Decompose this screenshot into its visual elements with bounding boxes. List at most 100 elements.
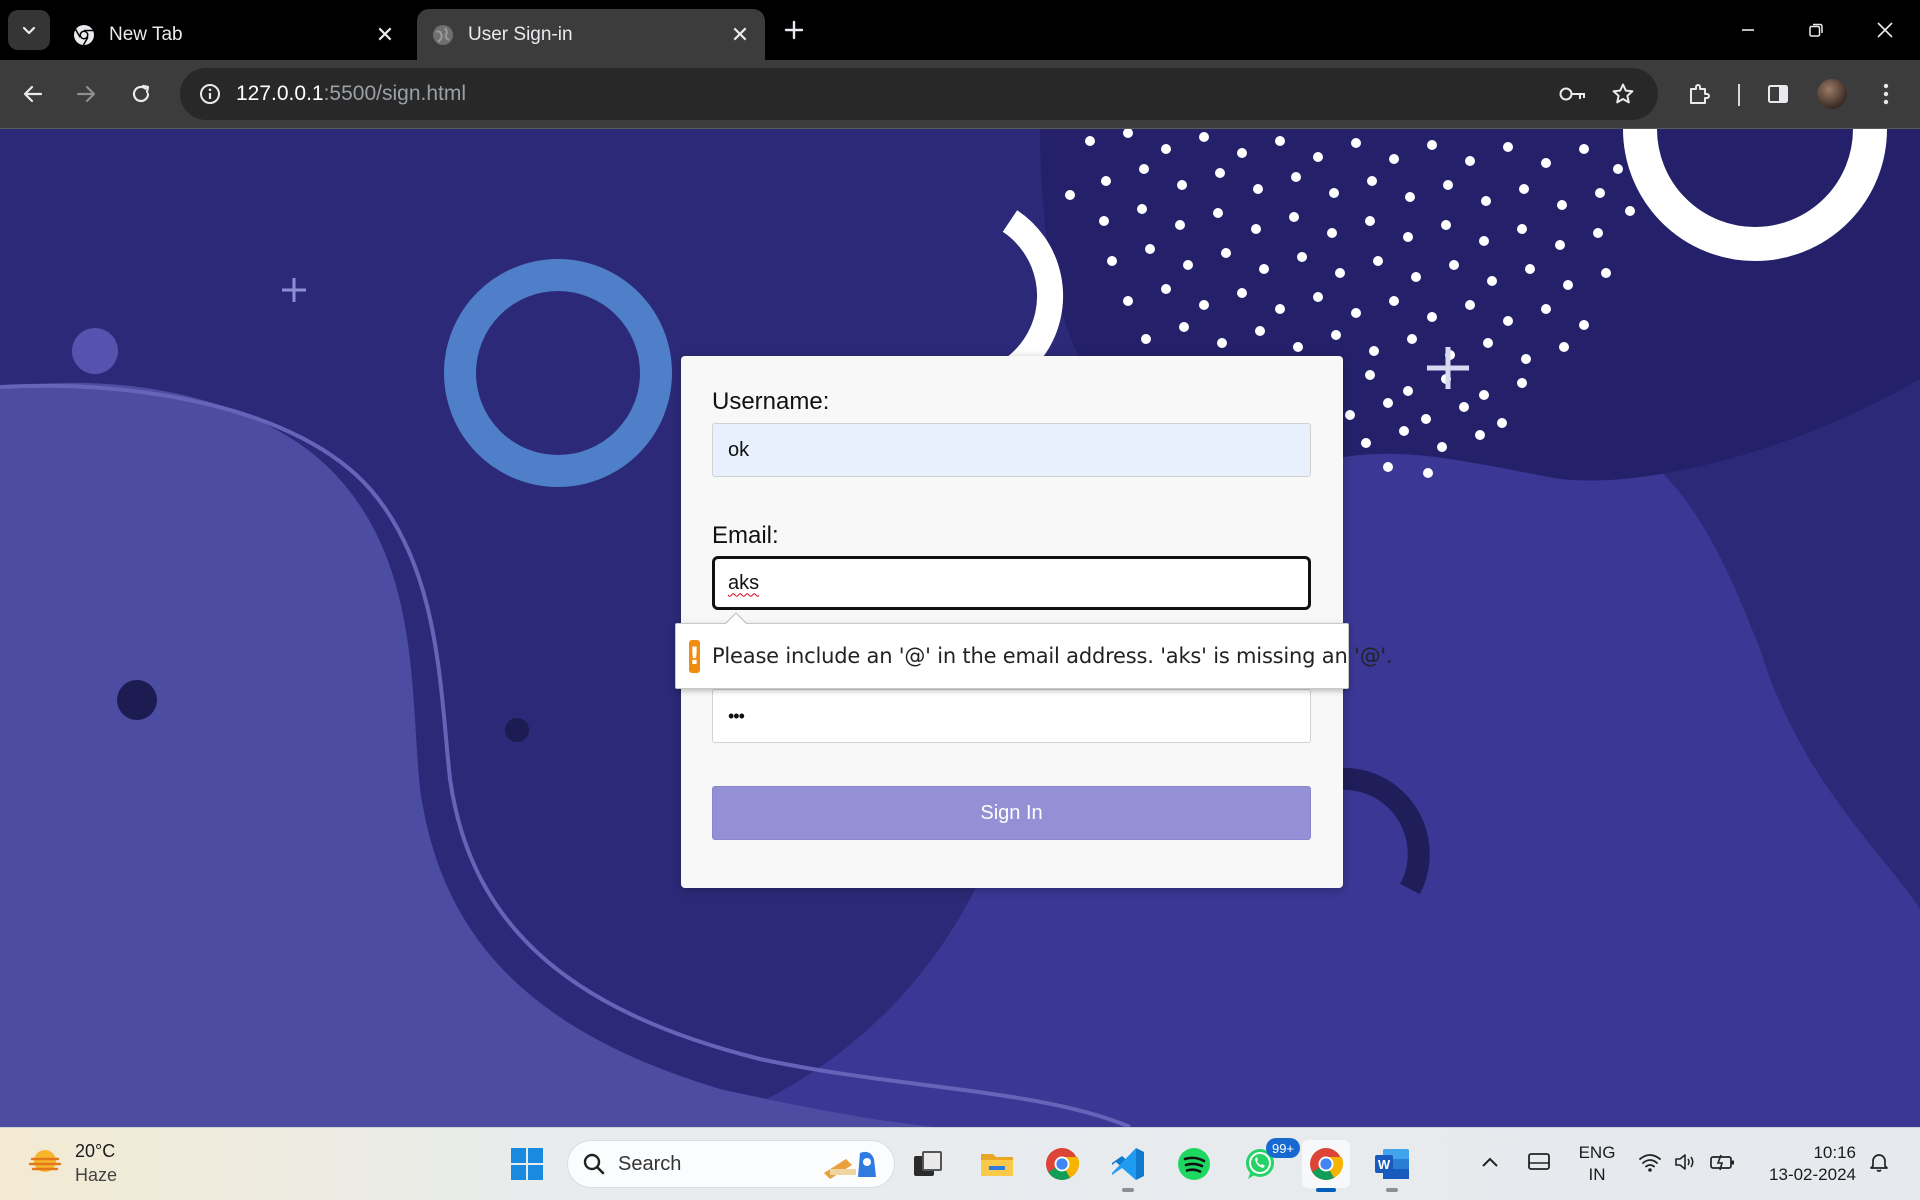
running-indicator bbox=[1386, 1188, 1398, 1192]
notification-badge: 99+ bbox=[1266, 1138, 1300, 1158]
extensions-button[interactable] bbox=[1679, 74, 1719, 114]
battery-button[interactable] bbox=[1708, 1148, 1738, 1176]
chrome-icon bbox=[1310, 1148, 1344, 1180]
chevron-down-icon bbox=[22, 26, 36, 35]
running-indicator bbox=[1122, 1188, 1134, 1192]
username-input[interactable]: ok bbox=[712, 423, 1311, 477]
tab-new-tab[interactable]: New Tab ✕ bbox=[58, 9, 410, 60]
tab-title: User Sign-in bbox=[468, 23, 573, 45]
active-indicator bbox=[1316, 1188, 1336, 1192]
taskbar-search[interactable]: Search bbox=[567, 1140, 895, 1188]
wifi-icon bbox=[1639, 1154, 1661, 1172]
clock-time: 10:16 bbox=[1813, 1143, 1856, 1162]
windows-logo-icon bbox=[511, 1148, 543, 1180]
wifi-button[interactable] bbox=[1636, 1148, 1664, 1176]
puzzle-icon bbox=[1690, 84, 1710, 104]
url-path: :5500/sign.html bbox=[323, 82, 467, 105]
email-input[interactable]: aks bbox=[712, 556, 1311, 610]
forward-button[interactable] bbox=[66, 74, 106, 114]
username-value: ok bbox=[728, 438, 750, 461]
taskbar-app-task-view[interactable] bbox=[904, 1140, 952, 1188]
taskbar-app-spotify[interactable] bbox=[1170, 1140, 1218, 1188]
volume-icon bbox=[1675, 1154, 1694, 1170]
restore-button[interactable] bbox=[1788, 10, 1844, 50]
warning-icon: ! bbox=[689, 639, 700, 673]
toolbar-divider bbox=[1738, 84, 1740, 106]
chrome-icon bbox=[1046, 1148, 1080, 1180]
address-bar[interactable]: 127.0.0.1:5500/sign.html bbox=[180, 68, 1658, 120]
svg-text:W: W bbox=[1378, 1157, 1391, 1172]
browser-toolbar: 127.0.0.1:5500/sign.html bbox=[0, 60, 1920, 129]
url-text[interactable]: 127.0.0.1:5500/sign.html bbox=[236, 82, 466, 106]
key-icon bbox=[1559, 87, 1585, 101]
word-icon: W bbox=[1375, 1149, 1409, 1179]
info-icon bbox=[200, 84, 220, 104]
back-button[interactable] bbox=[13, 74, 53, 114]
taskbar-app-whatsapp[interactable]: 99+ bbox=[1236, 1138, 1300, 1188]
password-key-button[interactable] bbox=[1555, 76, 1591, 112]
show-hidden-icons-button[interactable] bbox=[1480, 1148, 1500, 1176]
vscode-icon bbox=[1112, 1148, 1144, 1180]
close-window-button[interactable] bbox=[1857, 10, 1913, 50]
side-panel-button[interactable] bbox=[1758, 74, 1798, 114]
close-tab-icon[interactable]: ✕ bbox=[729, 22, 751, 47]
bookmark-button[interactable] bbox=[1605, 76, 1641, 112]
tray-display-button[interactable] bbox=[1524, 1148, 1554, 1176]
password-input[interactable]: ••• bbox=[712, 689, 1311, 743]
language-region: IN bbox=[1588, 1165, 1606, 1184]
globe-icon bbox=[432, 24, 454, 46]
system-clock[interactable]: 10:16 13-02-2024 bbox=[1746, 1142, 1856, 1186]
email-value: aks bbox=[728, 571, 760, 594]
url-host: 127.0.0.1 bbox=[236, 82, 324, 105]
side-panel-icon bbox=[1768, 85, 1788, 103]
page-content: Username: ok Email: aks ••• Sign In ! Pl… bbox=[0, 129, 1920, 1127]
clock-date: 13-02-2024 bbox=[1769, 1165, 1856, 1184]
username-label: Username: bbox=[712, 388, 830, 415]
sign-in-card: Username: ok Email: aks ••• Sign In bbox=[681, 356, 1343, 888]
task-view-icon bbox=[914, 1151, 942, 1176]
new-tab-button[interactable] bbox=[776, 12, 812, 48]
tab-user-sign-in[interactable]: User Sign-in ✕ bbox=[417, 9, 765, 60]
sign-in-button[interactable]: Sign In bbox=[712, 786, 1311, 840]
taskbar-app-word[interactable]: W bbox=[1368, 1140, 1416, 1192]
star-icon bbox=[1612, 83, 1634, 104]
battery-charging-icon bbox=[1710, 1154, 1734, 1171]
restore-icon bbox=[1809, 23, 1823, 37]
language-code: ENG bbox=[1578, 1143, 1616, 1162]
email-label: Email: bbox=[712, 522, 779, 549]
validation-tooltip: ! Please include an '@' in the email add… bbox=[675, 612, 1393, 689]
tab-search-button[interactable] bbox=[8, 10, 50, 50]
search-highlight-icon bbox=[824, 1151, 876, 1179]
notifications-button[interactable] bbox=[1865, 1148, 1893, 1176]
start-button[interactable] bbox=[503, 1140, 551, 1188]
more-vertical-icon bbox=[1883, 83, 1889, 105]
search-label: Search bbox=[618, 1152, 682, 1175]
chevron-up-icon bbox=[1482, 1157, 1498, 1167]
display-icon bbox=[1528, 1153, 1550, 1170]
taskbar-app-chrome[interactable] bbox=[1038, 1140, 1086, 1188]
taskbar-app-file-explorer[interactable] bbox=[973, 1140, 1021, 1188]
chrome-menu-button[interactable] bbox=[1866, 74, 1906, 114]
taskbar-app-vscode[interactable] bbox=[1104, 1140, 1152, 1192]
password-value: ••• bbox=[728, 705, 745, 726]
plus-icon bbox=[784, 20, 804, 40]
chrome-icon bbox=[73, 24, 95, 46]
site-info-button[interactable] bbox=[192, 76, 228, 112]
input-language[interactable]: ENG IN bbox=[1575, 1142, 1619, 1186]
search-icon bbox=[583, 1153, 605, 1175]
close-tab-icon[interactable]: ✕ bbox=[374, 22, 396, 47]
arrow-left-icon bbox=[23, 85, 43, 103]
tab-strip: New Tab ✕ User Sign-in ✕ bbox=[0, 0, 1920, 60]
bell-icon bbox=[1870, 1154, 1888, 1172]
arrow-right-icon bbox=[76, 85, 96, 103]
taskbar-app-chrome-active[interactable] bbox=[1302, 1140, 1350, 1192]
haze-weather-icon[interactable] bbox=[28, 1146, 62, 1180]
profile-avatar[interactable] bbox=[1817, 79, 1847, 109]
minimize-button[interactable] bbox=[1720, 10, 1776, 50]
reload-button[interactable] bbox=[121, 74, 161, 114]
weather-description[interactable]: Haze bbox=[75, 1165, 117, 1186]
folder-icon bbox=[981, 1154, 1013, 1176]
volume-button[interactable] bbox=[1672, 1148, 1700, 1176]
close-icon bbox=[1877, 22, 1893, 38]
weather-temperature[interactable]: 20°C bbox=[75, 1141, 115, 1162]
